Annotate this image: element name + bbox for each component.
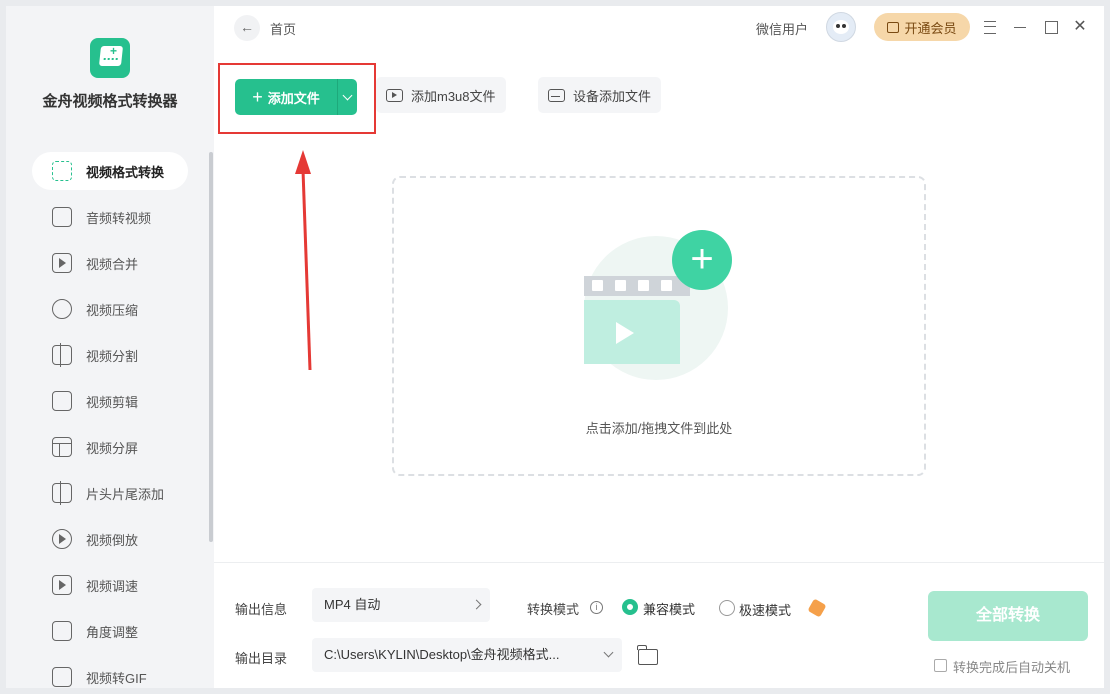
sidebar-item-label: 视频格式转换 [86, 164, 165, 180]
sidebar-item-gif[interactable]: 视频转GIF [32, 658, 188, 688]
output-dir-value: C:\Users\KYLIN\Desktop\金舟视频格式... [324, 647, 560, 662]
rewind-icon [52, 529, 72, 549]
add-file-label: 添加文件 [267, 90, 320, 106]
vip-badge-icon [807, 598, 827, 618]
compat-mode-label[interactable]: 兼容模式 [643, 599, 695, 618]
drop-hint: 点击添加/拖拽文件到此处 [585, 421, 733, 436]
device-add-button[interactable]: 设备添加文件 [538, 77, 662, 113]
info-icon[interactable]: i [590, 601, 603, 614]
top-bar: ← 首页 微信用户 开通会员 ✕ [214, 6, 1104, 52]
sidebar-item-format-convert[interactable]: 视频格式转换 [32, 152, 188, 190]
compat-mode-radio[interactable] [622, 599, 638, 615]
username[interactable]: 微信用户 [756, 19, 808, 38]
audio-to-video-icon [52, 207, 72, 227]
split-screen-icon [52, 437, 72, 457]
sidebar-item-rotate[interactable]: 角度调整 [32, 612, 188, 650]
sidebar-item-label: 视频倒放 [86, 532, 139, 548]
minimize-icon[interactable] [1010, 17, 1030, 37]
add-file-button[interactable]: + 添加文件 [235, 79, 357, 115]
sidebar-item-split-screen[interactable]: 视频分屏 [32, 428, 188, 466]
video-add-icon: + [584, 230, 744, 380]
output-dir-label: 输出目录 [235, 651, 288, 666]
sidebar-item-label: 视频合并 [86, 256, 139, 272]
output-dir-select[interactable]: C:\Users\KYLIN\Desktop\金舟视频格式... [312, 638, 622, 672]
sidebar-item-compress[interactable]: 视频压缩 [32, 290, 188, 328]
folder-icon[interactable] [637, 645, 658, 665]
chevron-down-icon[interactable] [337, 79, 357, 115]
merge-icon [52, 253, 72, 273]
app-logo-icon: + [90, 38, 130, 78]
avatar[interactable] [826, 12, 856, 42]
video-icon [386, 88, 403, 102]
sidebar-item-label: 视频分屏 [86, 440, 139, 456]
sidebar-item-label: 片头片尾添加 [86, 486, 165, 502]
chevron-right-icon [471, 599, 482, 610]
sidebar-item-split[interactable]: 视频分割 [32, 336, 188, 374]
sidebar-item-label: 视频分割 [86, 348, 139, 364]
app-window: + 金舟视频格式转换器 视频格式转换 音频转视频 视频合并 视频压缩 视频分割 … [6, 6, 1104, 688]
auto-shutdown-checkbox[interactable] [934, 659, 947, 672]
output-format-value: MP4 自动 [324, 597, 381, 612]
chevron-down-icon [603, 647, 614, 658]
drop-zone[interactable]: + 点击添加/拖拽文件到此处 [392, 176, 926, 476]
add-m3u8-label: 添加m3u8文件 [411, 88, 496, 104]
sidebar-item-merge[interactable]: 视频合并 [32, 244, 188, 282]
convert-icon [52, 161, 72, 181]
scissors-icon [52, 391, 72, 411]
gif-icon [52, 667, 72, 687]
back-arrow-icon[interactable]: ← [234, 15, 260, 41]
sidebar-scrollbar[interactable] [209, 152, 213, 542]
sidebar-item-label: 视频调速 [86, 578, 139, 594]
compress-icon [52, 299, 72, 319]
sidebar-item-audio-to-video[interactable]: 音频转视频 [32, 198, 188, 236]
film-strip-icon [52, 481, 72, 505]
close-icon[interactable]: ✕ [1070, 17, 1090, 37]
sidebar-item-label: 视频转GIF [86, 670, 147, 686]
sidebar-item-edit[interactable]: 视频剪辑 [32, 382, 188, 420]
convert-all-button[interactable]: 全部转换 [928, 591, 1088, 641]
drive-icon [548, 88, 565, 102]
sidebar: + 金舟视频格式转换器 视频格式转换 音频转视频 视频合并 视频压缩 视频分割 … [6, 6, 214, 688]
menu-icon[interactable] [980, 17, 1000, 37]
split-icon [52, 343, 72, 367]
device-add-label: 设备添加文件 [573, 88, 652, 104]
plus-icon: + [252, 86, 263, 107]
breadcrumb: 首页 [270, 22, 297, 37]
sidebar-item-intro-outro[interactable]: 片头片尾添加 [32, 474, 188, 512]
sidebar-item-label: 视频剪辑 [86, 394, 139, 410]
thumbs-up-icon [887, 21, 900, 33]
rotate-icon [52, 621, 72, 641]
output-info-label: 输出信息 [235, 602, 288, 617]
app-name: 金舟视频格式转换器 [42, 93, 178, 110]
fast-mode-label[interactable]: 极速模式 [739, 600, 791, 619]
sidebar-item-label: 视频压缩 [86, 302, 139, 318]
sidebar-item-label: 角度调整 [86, 624, 139, 640]
bottom-panel: 输出信息 MP4 自动 转换模式 i 兼容模式 极速模式 输出目录 C:\Use… [214, 562, 1104, 688]
vip-label: 开通会员 [904, 20, 957, 36]
maximize-icon[interactable] [1040, 17, 1060, 37]
add-m3u8-button[interactable]: 添加m3u8文件 [376, 77, 506, 113]
fast-mode-radio[interactable] [719, 600, 735, 616]
auto-shutdown-label[interactable]: 转换完成后自动关机 [953, 657, 1070, 676]
annotation-arrow [295, 150, 312, 371]
sidebar-item-label: 音频转视频 [86, 210, 152, 226]
sidebar-item-speed[interactable]: 视频调速 [32, 566, 188, 604]
sidebar-nav: 视频格式转换 音频转视频 视频合并 视频压缩 视频分割 视频剪辑 视频分屏 片头… [32, 152, 188, 688]
mode-label: 转换模式 [527, 602, 580, 617]
sidebar-item-reverse[interactable]: 视频倒放 [32, 520, 188, 558]
output-format-select[interactable]: MP4 自动 [312, 588, 490, 622]
speed-icon [52, 575, 72, 595]
vip-button[interactable]: 开通会员 [874, 13, 970, 41]
